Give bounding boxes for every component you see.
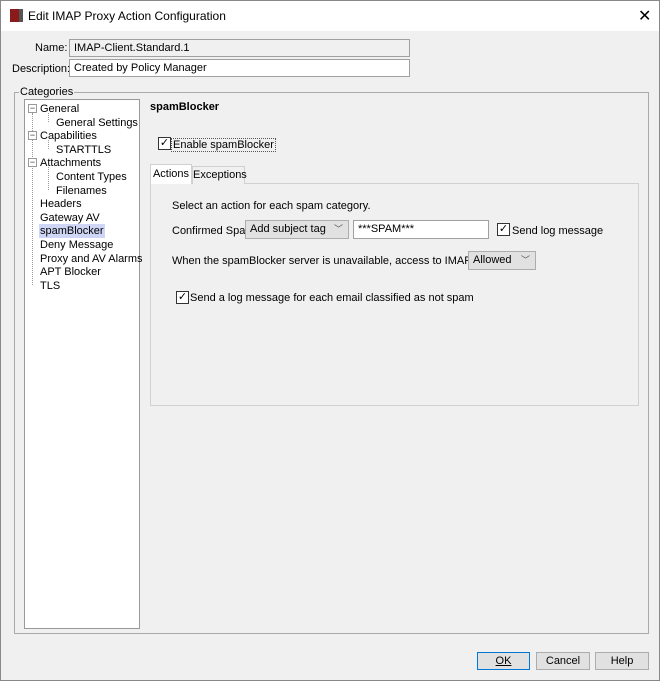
tab-actions-label: Actions	[152, 168, 190, 180]
tree-item-gateway-av[interactable]: Gateway AV	[40, 212, 100, 224]
collapse-icon[interactable]: −	[28, 104, 37, 113]
ok-button[interactable]: OK	[477, 652, 530, 670]
description-label: Description:	[12, 63, 71, 75]
tree-item-proxy-av-alarms[interactable]: Proxy and AV Alarms	[40, 253, 143, 265]
unavailable-access-value: Allowed	[473, 254, 512, 266]
tree-item-deny-message[interactable]: Deny Message	[40, 239, 113, 251]
tree-item-starttls[interactable]: STARTTLS	[56, 144, 111, 156]
tab-actions[interactable]: Actions	[150, 164, 192, 184]
help-button[interactable]: Help	[595, 652, 649, 670]
tree-item-capabilities[interactable]: Capabilities	[40, 130, 97, 142]
not-spam-log-label: Send a log message for each email classi…	[190, 292, 474, 304]
name-field[interactable]: IMAP-Client.Standard.1	[69, 39, 410, 57]
tree-item-attachments[interactable]: Attachments	[40, 157, 101, 169]
tree-item-filenames[interactable]: Filenames	[56, 185, 107, 197]
chevron-down-icon: ﹀	[333, 224, 343, 234]
send-log-label: Send log message	[512, 225, 604, 237]
panel-title: spamBlocker	[150, 101, 220, 113]
tree-item-content-types[interactable]: Content Types	[56, 171, 127, 183]
tree-item-tls[interactable]: TLS	[40, 280, 60, 292]
watchguard-icon	[10, 9, 23, 22]
enable-spamblocker-label[interactable]: Enable spamBlocker	[171, 138, 276, 152]
tab-exceptions[interactable]: Exceptions	[192, 166, 247, 184]
tab-exceptions-label: Exceptions	[193, 169, 247, 181]
dialog-window: Edit IMAP Proxy Action Configuration ✕ N…	[0, 0, 660, 681]
confirmed-spam-value: Add subject tag	[250, 223, 326, 235]
cancel-button[interactable]: Cancel	[536, 652, 590, 670]
tree-item-general-settings[interactable]: General Settings	[56, 117, 138, 129]
confirmed-spam-dropdown[interactable]: Add subject tag ﹀	[245, 220, 349, 239]
tree-item-general[interactable]: General	[40, 103, 79, 115]
tree-item-apt-blocker[interactable]: APT Blocker	[40, 266, 101, 278]
description-field[interactable]: Created by Policy Manager	[69, 59, 410, 77]
send-log-checkbox[interactable]: ✓	[497, 223, 510, 236]
window-title: Edit IMAP Proxy Action Configuration	[28, 9, 226, 23]
collapse-icon[interactable]: −	[28, 158, 37, 167]
categories-label: Categories	[19, 86, 75, 98]
subject-tag-field[interactable]: ***SPAM***	[353, 220, 489, 239]
unavailable-access-dropdown[interactable]: Allowed ﹀	[468, 251, 536, 270]
actions-intro: Select an action for each spam category.	[172, 200, 371, 212]
title-bar: Edit IMAP Proxy Action Configuration ✕	[1, 1, 659, 31]
close-icon[interactable]: ✕	[638, 6, 651, 26]
enable-spamblocker-checkbox[interactable]: ✓	[158, 137, 171, 150]
tree-item-spamblocker[interactable]: spamBlocker	[39, 224, 105, 238]
name-label: Name:	[35, 42, 68, 54]
collapse-icon[interactable]: −	[28, 131, 37, 140]
unavailable-label: When the spamBlocker server is unavailab…	[172, 255, 512, 267]
not-spam-log-checkbox[interactable]: ✓	[176, 291, 189, 304]
tree-item-headers[interactable]: Headers	[40, 198, 82, 210]
chevron-down-icon: ﹀	[520, 255, 530, 265]
